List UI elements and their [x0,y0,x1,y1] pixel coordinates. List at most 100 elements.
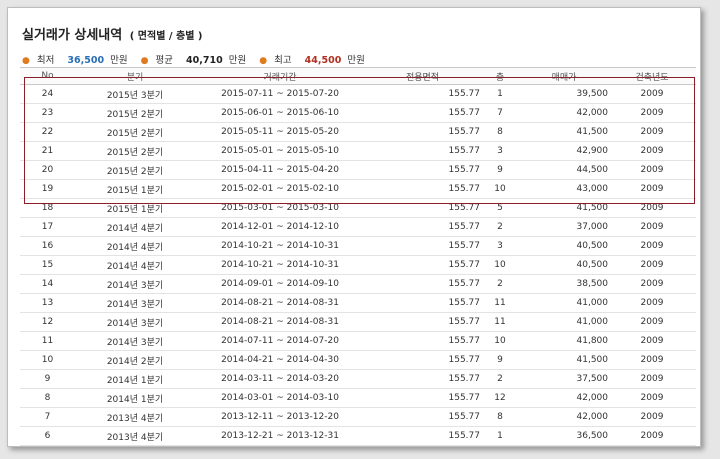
cell-no: 22 [20,122,75,142]
cell-floor: 10 [480,331,520,351]
cell-period: 2015-03-01 ~ 2015-03-10 [195,198,365,218]
table-row[interactable]: 19 2015년 1분기 2015-02-01 ~ 2015-02-10 155.77… [20,179,696,199]
cell-price: 42,900 [520,141,608,161]
cell-no: 12 [20,312,75,332]
cell-price: 44,500 [520,160,608,180]
cell-no: 17 [20,217,75,237]
table-row[interactable]: 16 2014년 4분기 2014-10-21 ~ 2014-10-31 155.77… [20,236,696,256]
page-title: 실거래가 상세내역 ( 면적별 / 층별 ) [22,24,202,43]
cell-area: 155.77 [365,141,480,161]
cell-quarter: 2015년 1분기 [75,198,195,218]
cell-period: 2014-12-01 ~ 2014-12-10 [195,217,365,237]
cell-build-year: 2009 [608,426,696,446]
cell-build-year: 2009 [608,369,696,389]
col-header-area[interactable]: 전용면적 [365,67,480,85]
table-row[interactable]: 24 2015년 3분기 2015-07-11 ~ 2015-07-20 155.77… [20,84,696,104]
col-header-floor[interactable]: 층 [480,67,520,85]
cell-period: 2015-06-01 ~ 2015-06-10 [195,103,365,123]
cell-quarter: 2014년 4분기 [75,255,195,275]
cell-area: 155.77 [365,369,480,389]
cell-period: 2013-09-21 ~ 2013-09-30 [195,445,365,446]
cell-quarter: 2013년 4분기 [75,426,195,446]
cell-area: 155.77 [365,198,480,218]
table-row[interactable]: 13 2014년 3분기 2014-08-21 ~ 2014-08-31 155.77… [20,293,696,313]
table-row[interactable]: 22 2015년 2분기 2015-05-11 ~ 2015-05-20 155.77… [20,122,696,142]
cell-build-year: 2009 [608,407,696,427]
cell-quarter: 2014년 2분기 [75,350,195,370]
cell-floor: 10 [480,179,520,199]
cell-period: 2015-04-11 ~ 2015-04-20 [195,160,365,180]
stat-average: ● 평균 40,710 만원 [141,52,247,66]
cell-area: 155.77 [365,103,480,123]
cell-price: 39,500 [520,84,608,104]
table-row[interactable]: 18 2015년 1분기 2015-03-01 ~ 2015-03-10 155.77… [20,198,696,218]
cell-build-year: 2009 [608,236,696,256]
table-row[interactable]: 7 2013년 4분기 2013-12-11 ~ 2013-12-20 155.77 8… [20,407,696,427]
col-header-quarter[interactable]: 분기 [75,67,195,85]
cell-floor: 11 [480,293,520,313]
table-row[interactable]: 9 2014년 1분기 2014-03-11 ~ 2014-03-20 155.77 2… [20,369,696,389]
cell-build-year: 2009 [608,293,696,313]
cell-price: 41,500 [520,350,608,370]
cell-quarter: 2013년 4분기 [75,407,195,427]
col-header-period[interactable]: 거래기간 [195,67,365,85]
col-header-build-year[interactable]: 건축년도 [608,67,696,85]
stat-label: 최고 [274,55,292,66]
stat-unit: 만원 [347,55,365,66]
cell-no: 16 [20,236,75,256]
cell-price: 40,500 [520,255,608,275]
cell-price: 42,000 [520,407,608,427]
cell-no: 8 [20,388,75,408]
cell-period: 2014-03-11 ~ 2014-03-20 [195,369,365,389]
cell-no: 21 [20,141,75,161]
cell-price: 38,500 [520,274,608,294]
cell-period: 2015-05-11 ~ 2015-05-20 [195,122,365,142]
table-row[interactable]: 23 2015년 2분기 2015-06-01 ~ 2015-06-10 155.77… [20,103,696,123]
cell-area: 155.77 [365,331,480,351]
cell-build-year: 2009 [608,141,696,161]
table-row[interactable]: 6 2013년 4분기 2013-12-21 ~ 2013-12-31 155.77 1… [20,426,696,446]
cell-period: 2014-08-21 ~ 2014-08-31 [195,293,365,313]
cell-floor: 2 [480,369,520,389]
cell-no: 14 [20,274,75,294]
deal-details-panel: 실거래가 상세내역 ( 면적별 / 층별 ) ● 최저 36,500 만원 ● … [7,7,701,447]
cell-period: 2014-08-21 ~ 2014-08-31 [195,312,365,332]
bullet-icon: ● [259,56,268,66]
title-text: 실거래가 상세내역 [22,28,123,43]
cell-area: 155.77 [365,160,480,180]
col-header-price[interactable]: 매매가 [520,67,608,85]
col-header-no[interactable]: No [20,67,75,85]
cell-build-year: 2009 [608,103,696,123]
table-row[interactable]: 17 2014년 4분기 2014-12-01 ~ 2014-12-10 155.77… [20,217,696,237]
stat-highest: ● 최고 44,500 만원 [259,52,365,66]
cell-floor: 1 [480,84,520,104]
cell-price: 41,700 [520,445,608,446]
cell-floor: 2 [480,274,520,294]
cell-floor: 3 [480,236,520,256]
table-row[interactable]: 10 2014년 2분기 2014-04-21 ~ 2014-04-30 155.77… [20,350,696,370]
cell-period: 2014-09-01 ~ 2014-09-10 [195,274,365,294]
table-row[interactable]: 12 2014년 3분기 2014-08-21 ~ 2014-08-31 155.77… [20,312,696,332]
cell-build-year: 2009 [608,312,696,332]
cell-no: 6 [20,426,75,446]
cell-build-year: 2009 [608,84,696,104]
table-row[interactable]: 21 2015년 2분기 2015-05-01 ~ 2015-05-10 155.77… [20,141,696,161]
cell-floor: 4 [480,445,520,446]
table-row[interactable]: 15 2014년 4분기 2014-10-21 ~ 2014-10-31 155.77… [20,255,696,275]
cell-area: 155.77 [365,350,480,370]
table-row[interactable]: 8 2014년 1분기 2014-03-01 ~ 2014-03-10 155.77 1… [20,388,696,408]
cell-area: 155.77 [365,122,480,142]
cell-floor: 7 [480,103,520,123]
cell-period: 2013-12-21 ~ 2013-12-31 [195,426,365,446]
bullet-icon: ● [22,56,30,66]
table-row[interactable]: 11 2014년 3분기 2014-07-11 ~ 2014-07-20 155.77… [20,331,696,351]
table-row[interactable]: 20 2015년 2분기 2015-04-11 ~ 2015-04-20 155.77… [20,160,696,180]
cell-price: 42,000 [520,103,608,123]
cell-floor: 3 [480,141,520,161]
table-row[interactable]: 14 2014년 3분기 2014-09-01 ~ 2014-09-10 155.77… [20,274,696,294]
cell-quarter: 2014년 3분기 [75,312,195,332]
table-row[interactable]: 52013년 3분기2013-09-21 ~ 2013-09-30155.774… [20,445,696,446]
cell-price: 36,500 [520,426,608,446]
cell-build-year: 2009 [608,388,696,408]
cell-period: 2015-02-01 ~ 2015-02-10 [195,179,365,199]
